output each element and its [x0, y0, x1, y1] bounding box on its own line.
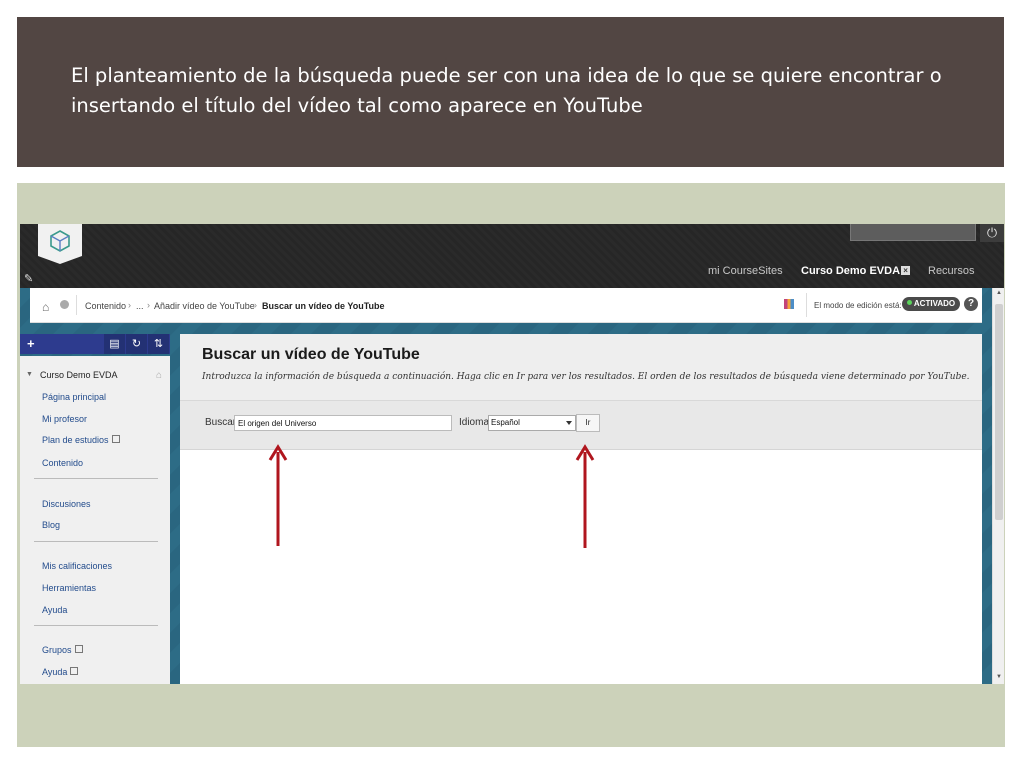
- page-header: Buscar un vídeo de YouTube Introduzca la…: [180, 334, 982, 401]
- scroll-up-icon[interactable]: ▲: [995, 290, 1003, 298]
- divider: [806, 293, 807, 317]
- language-label: Idioma: [459, 417, 490, 428]
- chevron-down-icon[interactable]: [60, 300, 69, 309]
- external-link-icon: [74, 645, 83, 653]
- books-icon[interactable]: [784, 299, 794, 309]
- power-icon[interactable]: ⏻: [980, 224, 1004, 242]
- refresh-icon[interactable]: ↻: [126, 334, 147, 354]
- search-label: Buscar: [205, 417, 237, 428]
- chevron-down-icon: [566, 421, 572, 425]
- folder-icon[interactable]: ▤: [104, 334, 125, 354]
- sidebar-item-plan-estudios[interactable]: Plan de estudios: [42, 435, 120, 445]
- divider: [34, 541, 158, 542]
- breadcrumb-ellipsis[interactable]: ...: [136, 301, 144, 311]
- sidebar-item-mis-calificaciones[interactable]: Mis calificaciones: [42, 561, 112, 571]
- external-link-icon: [111, 435, 120, 443]
- sidebar-item-label: Ayuda: [42, 667, 68, 677]
- edit-mode-toggle[interactable]: ACTIVADO: [902, 297, 960, 311]
- sidebar-item-ayuda-2[interactable]: Ayuda: [42, 667, 79, 677]
- browser-screenshot: ✎ ⏻ mi CourseSites Curso Demo EVDA × Recu…: [20, 224, 1004, 684]
- sort-icon[interactable]: ⇅: [148, 334, 169, 354]
- sidebar-item-blog[interactable]: Blog: [42, 520, 60, 530]
- sidebar-item-label: Plan de estudios: [42, 435, 109, 445]
- breadcrumb-contenido[interactable]: Contenido: [85, 301, 126, 311]
- sidebar-item-grupos[interactable]: Grupos: [42, 645, 83, 655]
- breadcrumb-current: Buscar un vídeo de YouTube: [262, 301, 385, 311]
- annotation-arrow-icon: [575, 444, 595, 548]
- close-icon[interactable]: ×: [901, 266, 911, 275]
- sidebar-item-ayuda[interactable]: Ayuda: [42, 605, 67, 615]
- breadcrumb-separator: ›: [128, 300, 131, 310]
- divider: [76, 295, 77, 315]
- top-header: ✎ ⏻ mi CourseSites Curso Demo EVDA × Recu…: [20, 224, 1004, 288]
- add-icon[interactable]: +: [27, 336, 35, 351]
- sidebar-item-pagina-principal[interactable]: Página principal: [42, 392, 106, 402]
- status-dot-icon: [906, 300, 912, 305]
- vertical-scrollbar[interactable]: ▲ ▼: [992, 288, 1004, 684]
- breadcrumb-separator: ›: [147, 300, 150, 310]
- page-instructions: Introduzca la información de búsqueda a …: [202, 372, 970, 382]
- home-icon[interactable]: ⌂: [42, 300, 49, 314]
- sidebar-item-discusiones[interactable]: Discusiones: [42, 499, 91, 509]
- search-input[interactable]: [234, 415, 452, 431]
- edit-mode-label: El modo de edición está:: [814, 301, 902, 310]
- coursesites-logo[interactable]: [38, 224, 82, 264]
- sidebar-item-contenido[interactable]: Contenido: [42, 458, 83, 468]
- scroll-thumb[interactable]: [995, 304, 1003, 520]
- topnav-mi-coursesites[interactable]: mi CourseSites: [708, 265, 783, 277]
- external-link-icon: [70, 667, 79, 675]
- sidebar-item-mi-profesor[interactable]: Mi profesor: [42, 414, 87, 424]
- go-button[interactable]: Ir: [576, 414, 600, 432]
- topnav-curso-demo[interactable]: Curso Demo EVDA ×: [801, 265, 911, 277]
- page-title: Buscar un vídeo de YouTube: [202, 346, 420, 363]
- course-menu: ▼ Curso Demo EVDA ⌂ Página principal Mi …: [20, 356, 170, 684]
- breadcrumb-separator: ›: [254, 300, 257, 310]
- slide-title-banner: El planteamiento de la búsqueda puede se…: [17, 17, 1004, 167]
- course-name[interactable]: Curso Demo EVDA: [40, 370, 118, 380]
- divider: [34, 478, 158, 479]
- collapse-icon[interactable]: ▼: [26, 371, 33, 378]
- annotation-arrow-icon: [268, 444, 288, 546]
- topnav-recursos[interactable]: Recursos: [928, 265, 974, 277]
- home-icon[interactable]: ⌂: [156, 370, 162, 381]
- slide-title: El planteamiento de la búsqueda puede se…: [71, 64, 942, 117]
- help-icon[interactable]: ?: [964, 297, 978, 311]
- sidebar-item-herramientas[interactable]: Herramientas: [42, 583, 96, 593]
- language-value: Español: [491, 418, 520, 427]
- edit-mode-state: ACTIVADO: [913, 299, 956, 308]
- sidebar-toolbar: + ▤ ↻ ⇅: [20, 334, 170, 354]
- topnav-curso-demo-label: Curso Demo EVDA: [801, 265, 901, 277]
- search-form: Buscar Idioma Español Ir: [180, 401, 982, 450]
- breadcrumb-anadir[interactable]: Añadir vídeo de YouTube: [154, 301, 255, 311]
- scroll-down-icon[interactable]: ▼: [995, 674, 1003, 682]
- sidebar-item-label: Grupos: [42, 645, 72, 655]
- divider: [34, 625, 158, 626]
- breadcrumb: ⌂ Contenido › ... › Añadir vídeo de YouT…: [30, 288, 982, 323]
- global-search-box[interactable]: [850, 224, 976, 241]
- language-select[interactable]: Español: [488, 415, 576, 431]
- pin-icon[interactable]: ✎: [24, 272, 33, 285]
